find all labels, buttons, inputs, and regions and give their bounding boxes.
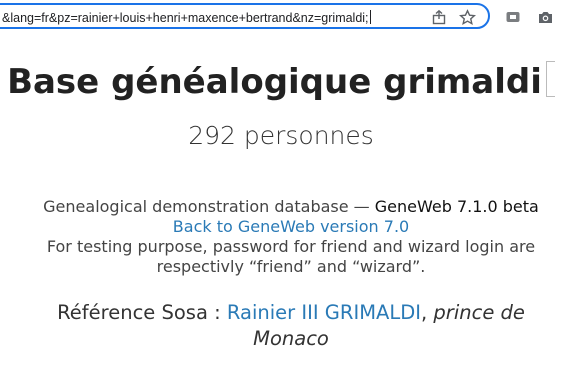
browser-toolbar: &lang=fr&pz=rainier+louis+henri+maxence+… [0, 0, 562, 34]
sosa-person-link[interactable]: Rainier III GRIMALDI [227, 301, 421, 324]
page-title-row: Base généalogique grimaldi [0, 60, 562, 104]
database-info: Genealogical demonstration database — Ge… [20, 197, 562, 277]
info-line-1-prefix: Genealogical demonstration database — [43, 197, 375, 216]
text-caret [369, 10, 371, 24]
url-text[interactable]: &lang=fr&pz=rainier+louis+henri+maxence+… [2, 9, 412, 27]
address-bar[interactable]: &lang=fr&pz=rainier+louis+henri+maxence+… [0, 3, 490, 29]
info-line-1: Genealogical demonstration database — Ge… [20, 197, 562, 217]
back-to-geneweb-link[interactable]: Back to GeneWeb version 7.0 [173, 217, 409, 236]
geneweb-version: GeneWeb 7.1.0 beta [374, 197, 539, 216]
info-line-2: Back to GeneWeb version 7.0 [20, 217, 562, 237]
info-line-3: For testing purpose, password for friend… [46, 237, 536, 276]
star-icon[interactable] [458, 8, 476, 26]
share-icon[interactable] [430, 8, 448, 26]
person-count: 292 personnes [188, 121, 374, 150]
title-edge-box [545, 61, 555, 97]
sosa-reference: Référence Sosa : Rainier III GRIMALDI, p… [20, 300, 562, 352]
sosa-separator: , [421, 301, 434, 324]
page-title: Base généalogique grimaldi [7, 62, 542, 102]
page-content: Base généalogique grimaldi 292 personnes… [0, 34, 562, 372]
extension-icon[interactable] [504, 8, 522, 26]
url-value[interactable]: &lang=fr&pz=rainier+louis+henri+maxence+… [2, 11, 369, 25]
camera-icon[interactable] [536, 8, 554, 26]
sosa-label: Référence Sosa : [57, 301, 227, 324]
